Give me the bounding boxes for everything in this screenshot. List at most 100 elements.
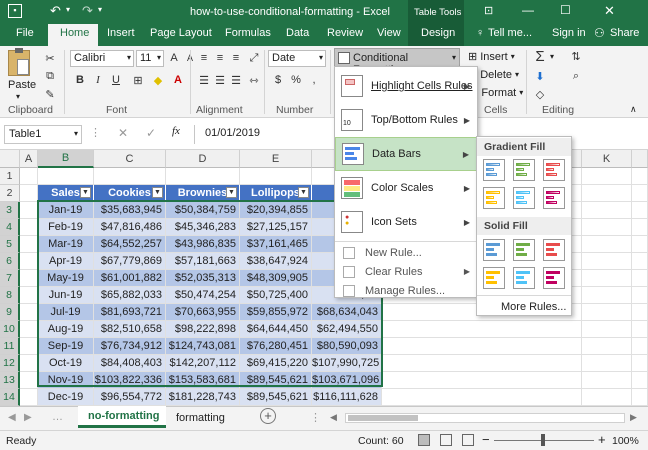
- value-cell[interactable]: $81,693,721: [94, 304, 166, 321]
- maximize-icon[interactable]: ☐: [560, 3, 571, 17]
- scroll-right-icon[interactable]: ▶: [630, 412, 637, 423]
- row-header[interactable]: 4: [0, 219, 20, 236]
- value-cell[interactable]: $62,494,550: [312, 321, 382, 338]
- row-header[interactable]: 5: [0, 236, 20, 253]
- cancel-icon[interactable]: ✕: [118, 126, 128, 140]
- cell[interactable]: [38, 168, 94, 185]
- gradient-databar-option[interactable]: [543, 187, 565, 209]
- row-header[interactable]: 3: [0, 202, 20, 219]
- cell[interactable]: [20, 185, 38, 202]
- row-header[interactable]: 2: [0, 185, 20, 202]
- tab-formulas[interactable]: Formulas: [225, 27, 271, 39]
- month-cell[interactable]: Oct-19: [38, 355, 94, 372]
- cell[interactable]: [632, 287, 648, 304]
- copy-icon[interactable]: ⧉: [42, 68, 58, 84]
- cell[interactable]: [20, 355, 38, 372]
- value-cell[interactable]: $70,663,955: [166, 304, 240, 321]
- table-header-cell[interactable]: Sales ▼: [38, 185, 94, 202]
- value-cell[interactable]: $76,734,912: [94, 338, 166, 355]
- cell[interactable]: [20, 338, 38, 355]
- middle-align-icon[interactable]: ≡: [212, 50, 228, 66]
- chevron-down-icon[interactable]: ▾: [550, 52, 554, 61]
- cell[interactable]: [632, 321, 648, 338]
- cell[interactable]: [632, 355, 648, 372]
- menu-highlight-cells-rules[interactable]: Highlight Cells Rules ▶: [335, 69, 477, 103]
- value-cell[interactable]: $50,384,759: [166, 202, 240, 219]
- value-cell[interactable]: $61,001,882: [94, 270, 166, 287]
- collapse-ribbon-icon[interactable]: ∧: [630, 104, 637, 115]
- name-box[interactable]: Table1 ▾: [4, 125, 82, 144]
- month-cell[interactable]: May-19: [38, 270, 94, 287]
- cell[interactable]: [632, 304, 648, 321]
- comma-icon[interactable]: ,: [306, 72, 322, 88]
- value-cell[interactable]: $82,510,658: [94, 321, 166, 338]
- value-cell[interactable]: $50,474,254: [166, 287, 240, 304]
- value-cell[interactable]: $59,855,972: [240, 304, 312, 321]
- value-cell[interactable]: $96,554,772: [94, 389, 166, 406]
- row-header[interactable]: 1: [0, 168, 20, 185]
- tab-design[interactable]: Design: [408, 24, 464, 46]
- value-cell[interactable]: $57,181,663: [166, 253, 240, 270]
- row-header[interactable]: 7: [0, 270, 20, 287]
- cell[interactable]: [382, 372, 582, 389]
- cell[interactable]: [582, 338, 632, 355]
- month-cell[interactable]: Nov-19: [38, 372, 94, 389]
- page-layout-view-icon[interactable]: [440, 434, 452, 446]
- cell[interactable]: [582, 389, 632, 406]
- row-header[interactable]: 9: [0, 304, 20, 321]
- cell[interactable]: [382, 389, 582, 406]
- row-header[interactable]: 10: [0, 321, 20, 338]
- month-cell[interactable]: Jul-19: [38, 304, 94, 321]
- value-cell[interactable]: $84,408,403: [94, 355, 166, 372]
- tell-me-box[interactable]: Tell me...: [488, 27, 532, 39]
- format-painter-icon[interactable]: ✎: [42, 86, 58, 102]
- cell[interactable]: [582, 355, 632, 372]
- page-break-view-icon[interactable]: [462, 434, 474, 446]
- cell[interactable]: [632, 185, 648, 202]
- cell[interactable]: [582, 168, 632, 185]
- merge-icon[interactable]: ⇿: [246, 72, 262, 88]
- fill-icon[interactable]: ⬇: [532, 68, 548, 84]
- cell[interactable]: [632, 253, 648, 270]
- font-size-select[interactable]: 11 ▾: [136, 50, 164, 67]
- value-cell[interactable]: $35,683,945: [94, 202, 166, 219]
- column-header-l[interactable]: [632, 150, 648, 168]
- scroll-left-icon[interactable]: ◀: [330, 412, 337, 423]
- value-cell[interactable]: $69,415,220: [240, 355, 312, 372]
- cell[interactable]: [632, 270, 648, 287]
- borders-icon[interactable]: ⊞: [130, 72, 146, 88]
- menu-top-bottom-rules[interactable]: 10 Top/Bottom Rules ▶: [335, 103, 477, 137]
- month-cell[interactable]: Aug-19: [38, 321, 94, 338]
- scroll-right-icon[interactable]: ▶: [24, 412, 32, 423]
- undo-dropdown-icon[interactable]: ▾: [66, 5, 70, 14]
- menu-clear-rules[interactable]: Clear Rules ▶: [335, 262, 477, 281]
- gradient-databar-option[interactable]: [543, 159, 565, 181]
- month-cell[interactable]: Feb-19: [38, 219, 94, 236]
- menu-icon-sets[interactable]: ● ● Icon Sets ▶: [335, 205, 477, 239]
- cell[interactable]: [382, 338, 582, 355]
- gradient-databar-option[interactable]: [513, 159, 535, 181]
- paste-icon[interactable]: [8, 48, 30, 76]
- tab-split-handle[interactable]: ⋮: [310, 411, 321, 424]
- row-header[interactable]: 6: [0, 253, 20, 270]
- month-cell[interactable]: Jan-19: [38, 202, 94, 219]
- cell[interactable]: [582, 372, 632, 389]
- filter-dropdown-icon[interactable]: ▼: [298, 187, 309, 198]
- value-cell[interactable]: $98,222,898: [166, 321, 240, 338]
- month-cell[interactable]: Sep-19: [38, 338, 94, 355]
- cell[interactable]: [20, 219, 38, 236]
- sheet-tab-no-formatting[interactable]: no-formatting: [78, 406, 166, 428]
- sheet-tab-formatting[interactable]: formatting: [176, 412, 225, 424]
- tab-home[interactable]: Home: [48, 24, 98, 46]
- cell[interactable]: [20, 304, 38, 321]
- customize-toolbar-icon[interactable]: ▾: [98, 5, 102, 14]
- cell[interactable]: [20, 168, 38, 185]
- zoom-in-icon[interactable]: +: [598, 432, 606, 447]
- paste-dropdown-icon[interactable]: ▾: [16, 92, 20, 101]
- value-cell[interactable]: $76,280,451: [240, 338, 312, 355]
- align-right-icon[interactable]: ☰: [228, 72, 244, 88]
- column-header-k[interactable]: K: [582, 150, 632, 168]
- filter-dropdown-icon[interactable]: ▼: [226, 187, 237, 198]
- sort-filter-icon[interactable]: ⇅: [568, 48, 584, 64]
- cell[interactable]: [20, 389, 38, 406]
